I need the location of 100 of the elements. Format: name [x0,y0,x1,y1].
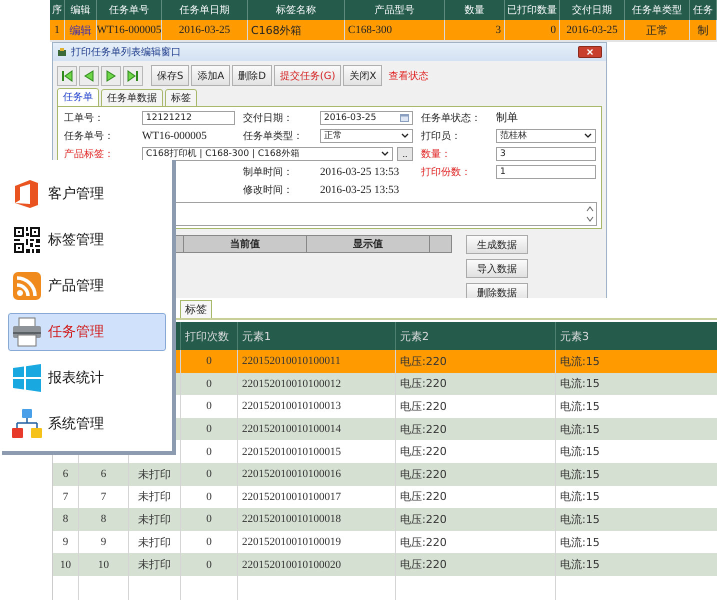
prev-record-button[interactable] [79,66,99,86]
toolbar-button[interactable]: 提交任务(G) [274,65,342,86]
table-cell: 0 [206,400,212,412]
window-icon [57,47,67,57]
table-cell: 未打印 [138,512,171,527]
table-cell: 220152010010100016 [242,468,341,480]
date-field[interactable]: 2016-03-25 [320,110,413,124]
network-icon [11,408,43,440]
table-cell: 电流:15 [560,354,600,369]
table-cell: 电压:220 [400,489,447,504]
close-button[interactable] [578,46,602,58]
column-header: 任务单号 [97,0,162,20]
field-label: 修改时间： [242,184,294,198]
column-header: 任务单日期 [162,0,248,20]
column-header: 数量 [445,0,505,20]
table-cell: 电压:220 [400,557,447,572]
table-cell: 电压:220 [400,444,447,460]
table-cell: 未打印 [138,534,171,550]
table-cell: 未打印 [138,557,171,572]
tab[interactable]: 任务单数据 [101,89,163,106]
menu-item[interactable]: 客户管理 [8,171,166,217]
table-cell: 9 [100,536,106,548]
table-cell: 10 [98,558,109,571]
table-cell: 电流:15 [560,422,600,437]
column-header: 标签名称 [248,0,345,20]
table-cell: 0 [206,355,212,368]
input-field[interactable]: 1 [496,164,596,178]
table-row[interactable]: 6 6 未打印 0 220152010010100016 电压:220 电流:15 [53,462,717,486]
table-cell: 电流:15 [560,512,600,527]
table-cell: 0 [206,423,212,436]
first-record-button[interactable] [57,66,77,86]
table-row[interactable]: 1 编辑 WT16-000005 2016-03-25 C168外箱 C168-300 3 0 2016-03-25 正常 制 [50,20,717,40]
dropdown[interactable]: 范桂林 [496,128,596,142]
input-field[interactable]: 12121212 [142,110,235,124]
dropdown[interactable]: 正常 [320,128,413,142]
table-cell: 0 [206,536,212,548]
table-cell: 220152010010100015 [242,446,341,458]
menu-item[interactable]: 标签管理 [8,217,166,263]
toolbar-button[interactable]: 添加A [191,65,230,86]
table-cell: 0 [206,446,212,458]
chevron-down-icon [401,132,409,138]
table-row[interactable]: 8 8 未打印 0 220152010010100018 电压:220 电流:15 [53,508,717,531]
column-header: 编辑 [65,0,97,20]
table-cell: 6 [100,468,106,480]
printer-icon [11,316,43,348]
toolbar-button[interactable]: 关闭X [343,65,382,86]
data-button[interactable]: 生成数据 [466,235,528,254]
table-cell: 220152010010100020 [242,558,341,571]
field-label: 打印员： [420,130,462,144]
input-field[interactable]: 3 [496,146,596,160]
field-value: 2016-03-25 13:53 [320,184,400,196]
table-cell: 7 [62,490,68,503]
qr-code-icon [11,224,43,256]
column-header: 当前值 [184,236,307,252]
toolbar-button[interactable]: 删除D [232,65,272,86]
column-header: 序 [50,0,65,20]
table-cell: 电流:15 [560,489,600,504]
column-header: 已打印数量 [505,0,560,20]
table-cell: 电压:220 [400,466,447,482]
tab[interactable]: 标签 [180,300,212,318]
next-record-button[interactable] [101,66,121,86]
view-status-link[interactable]: 查看状态 [388,68,428,82]
last-icon [125,68,141,84]
column-header: 任务 [690,0,717,20]
table-cell: 220152010010100013 [242,400,341,412]
table-cell: 220152010010100018 [242,513,341,526]
table-cell: 电流:15 [560,557,600,572]
menu-item[interactable]: 任务管理 [8,313,166,351]
chevron-down-icon [584,132,592,138]
table-cell: 电压:220 [400,512,447,527]
table-cell: 220152010010100012 [242,378,341,390]
tab[interactable]: 标签 [165,89,197,106]
close-icon [587,49,593,55]
toolbar-button[interactable]: 保存S [151,65,190,86]
data-button[interactable]: 导入数据 [466,259,528,278]
table-cell: 6 [62,468,68,480]
table-cell: 7 [100,490,106,503]
table-cell: 0 [206,468,212,480]
table-cell: 0 [206,378,212,390]
table-cell: 0 [206,490,212,503]
first-icon [59,68,75,84]
table-cell: 电压:220 [400,534,447,550]
table-cell: 9 [62,536,68,548]
field-value: 制单 [496,111,518,125]
table-cell: 8 [100,513,106,526]
table-cell: 220152010010100014 [242,423,341,436]
field-label: 产品标签： [63,148,115,162]
table-cell: 电流:15 [560,376,600,392]
menu-item[interactable]: 产品管理 [8,263,166,309]
last-record-button[interactable] [123,66,143,86]
field-value: WT16-000005 [142,130,207,142]
dropdown[interactable]: C168打印机 | C168-300 | C168外箱 [142,146,393,160]
field-label: 任务单状态： [420,112,482,126]
column-header: 交付日期 [560,0,625,20]
column-header: 产品型号 [345,0,445,20]
table-row[interactable]: 10 10 未打印 0 220152010010100020 电压:220 电流:15 [53,553,717,576]
table-cell: 电压:220 [400,422,447,437]
table-cell: 10 [60,558,71,571]
browse-button[interactable]: .. [397,146,413,160]
tab[interactable]: 任务单 [57,88,99,106]
